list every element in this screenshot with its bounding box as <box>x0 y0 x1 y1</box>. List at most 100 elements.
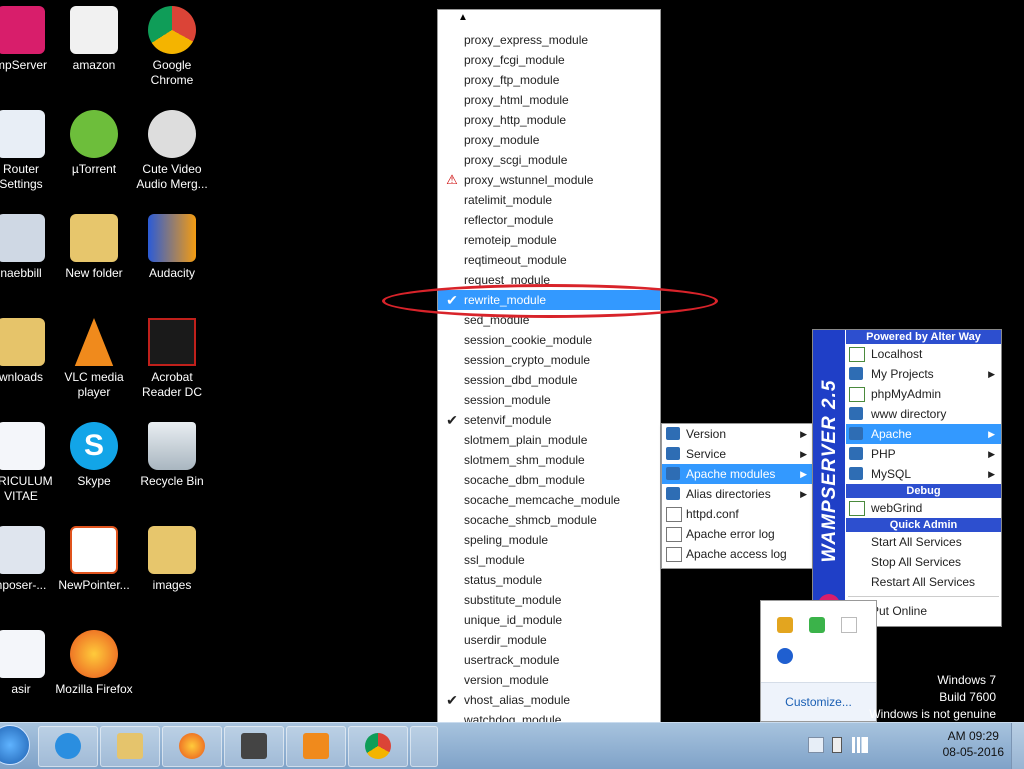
menu-item-alias-directories[interactable]: Alias directories ▶ <box>662 484 813 504</box>
menu-item-stop-all-services[interactable]: Stop All Services <box>846 552 1001 572</box>
wampserver-tray-icon[interactable] <box>809 617 825 633</box>
desktop-icon-recycle-bin[interactable]: Recycle Bin <box>133 422 211 489</box>
module-item-rewrite-module[interactable]: ✔ rewrite_module <box>438 290 660 310</box>
module-item-session-dbd-module[interactable]: session_dbd_module <box>438 370 660 390</box>
module-item-remoteip-module[interactable]: remoteip_module <box>438 230 660 250</box>
network-signal-icon[interactable] <box>852 737 868 753</box>
module-item-proxy-scgi-module[interactable]: proxy_scgi_module <box>438 150 660 170</box>
module-item-session-module[interactable]: session_module <box>438 390 660 410</box>
desktop-icon-curriculum-vitae[interactable]: RRICULUM VITAE <box>0 422 60 504</box>
desktop-icon-newpointer[interactable]: NewPointer... <box>55 526 133 593</box>
module-item-proxy-html-module[interactable]: proxy_html_module <box>438 90 660 110</box>
taskbar-media-player[interactable] <box>286 726 346 767</box>
taskbar-firefox[interactable] <box>162 726 222 767</box>
module-item-proxy-http-module[interactable]: proxy_http_module <box>438 110 660 130</box>
menu-item-apache-modules[interactable]: Apache modules ▶ <box>662 464 813 484</box>
taskbar-chrome[interactable] <box>348 726 408 767</box>
module-item-usertrack-module[interactable]: usertrack_module <box>438 650 660 670</box>
start-button[interactable] <box>0 725 30 765</box>
module-item-version-module[interactable]: version_module <box>438 670 660 690</box>
desktop-icon-amazon[interactable]: amazon <box>55 6 133 73</box>
module-item-socache-memcache-module[interactable]: socache_memcache_module <box>438 490 660 510</box>
menu-item-service[interactable]: Service ▶ <box>662 444 813 464</box>
module-item-status-module[interactable]: status_module <box>438 570 660 590</box>
module-item-reflector-module[interactable]: reflector_module <box>438 210 660 230</box>
desktop-icon-router-settings[interactable]: Router Settings <box>0 110 60 192</box>
menu-item-php[interactable]: PHP ▶ <box>846 444 1001 464</box>
taskbar-app[interactable] <box>410 726 438 767</box>
module-item-proxy-wstunnel-module[interactable]: ⚠ proxy_wstunnel_module <box>438 170 660 190</box>
volume-icon[interactable] <box>841 617 857 633</box>
taskbar-sublime-text[interactable] <box>224 726 284 767</box>
module-item-ssl-module[interactable]: ssl_module <box>438 550 660 570</box>
folder-icon <box>849 427 863 440</box>
desktop-icon-asir[interactable]: asir <box>0 630 60 697</box>
desktop-icon-vlc[interactable]: VLC media player <box>55 318 133 400</box>
module-label: proxy_ftp_module <box>464 73 560 87</box>
menu-item-apache-error-log[interactable]: Apache error log <box>662 524 813 544</box>
system-clock[interactable]: AM 09:29 08-05-2016 <box>943 728 1004 760</box>
module-item-sed-module[interactable]: sed_module <box>438 310 660 330</box>
desktop-icon-cute-video[interactable]: Cute Video Audio Merg... <box>133 110 211 192</box>
menu-item-httpd-conf[interactable]: httpd.conf <box>662 504 813 524</box>
module-item-speling-module[interactable]: speling_module <box>438 530 660 550</box>
menu-item-webgrind[interactable]: webGrind <box>846 498 1001 518</box>
module-item-vhost-alias-module[interactable]: ✔ vhost_alias_module <box>438 690 660 710</box>
module-item-proxy-ftp-module[interactable]: proxy_ftp_module <box>438 70 660 90</box>
module-item-proxy-module[interactable]: proxy_module <box>438 130 660 150</box>
folder-icon <box>849 367 863 380</box>
menu-item-mysql[interactable]: MySQL ▶ <box>846 464 1001 484</box>
desktop-icon-wampserver[interactable]: mpServer <box>0 6 60 73</box>
module-label: ratelimit_module <box>464 193 553 207</box>
module-item-proxy-express-module[interactable]: proxy_express_module <box>438 30 660 50</box>
module-item-ratelimit-module[interactable]: ratelimit_module <box>438 190 660 210</box>
scroll-up-arrow-icon[interactable]: ▲ <box>458 12 468 23</box>
menu-item-www-directory[interactable]: www directory <box>846 404 1001 424</box>
module-label: substitute_module <box>464 593 562 607</box>
module-item-unique-id-module[interactable]: unique_id_module <box>438 610 660 630</box>
module-item-session-crypto-module[interactable]: session_crypto_module <box>438 350 660 370</box>
module-item-setenvif-module[interactable]: ✔ setenvif_module <box>438 410 660 430</box>
desktop-icon-chrome[interactable]: Google Chrome <box>133 6 211 88</box>
menu-item-version[interactable]: Version ▶ <box>662 424 813 444</box>
customize-link[interactable]: Customize... <box>761 682 876 721</box>
tray-app-icon[interactable] <box>777 617 793 633</box>
submenu-arrow-icon: ▶ <box>988 369 995 379</box>
menu-item-phpmyadmin[interactable]: phpMyAdmin <box>846 384 1001 404</box>
menu-item-apache[interactable]: Apache ▶ <box>846 424 1001 444</box>
desktop-icon-skype[interactable]: S Skype <box>55 422 133 489</box>
menu-item-start-all-services[interactable]: Start All Services <box>846 532 1001 552</box>
bluetooth-icon[interactable] <box>777 648 793 664</box>
module-item-request-module[interactable]: request_module <box>438 270 660 290</box>
desktop-icon-images[interactable]: images <box>133 526 211 593</box>
desktop-icon-new-folder[interactable]: New folder <box>55 214 133 281</box>
menu-item-restart-all-services[interactable]: Restart All Services <box>846 572 1001 592</box>
module-item-slotmem-shm-module[interactable]: slotmem_shm_module <box>438 450 660 470</box>
desktop-icon-firefox[interactable]: Mozilla Firefox <box>55 630 133 697</box>
desktop-icon-composer[interactable]: nposer-... <box>0 526 60 593</box>
menu-item-my-projects[interactable]: My Projects ▶ <box>846 364 1001 384</box>
module-item-proxy-fcgi-module[interactable]: proxy_fcgi_module <box>438 50 660 70</box>
menu-item-label: Restart All Services <box>871 575 976 589</box>
module-item-socache-shmcb-module[interactable]: socache_shmcb_module <box>438 510 660 530</box>
show-desktop-button[interactable] <box>1011 723 1024 769</box>
module-item-reqtimeout-module[interactable]: reqtimeout_module <box>438 250 660 270</box>
menu-item-apache-access-log[interactable]: Apache access log <box>662 544 813 564</box>
battery-icon[interactable] <box>832 737 842 753</box>
desktop-icon-utorrent[interactable]: µTorrent <box>55 110 133 177</box>
desktop-icon-audacity[interactable]: Audacity <box>133 214 211 281</box>
folder-icon <box>666 427 680 440</box>
taskbar-file-explorer[interactable] <box>100 726 160 767</box>
taskbar-internet-explorer[interactable] <box>38 726 98 767</box>
desktop-icon-downloads[interactable]: wnloads <box>0 318 60 385</box>
menu-item-label: phpMyAdmin <box>871 387 942 401</box>
module-item-userdir-module[interactable]: userdir_module <box>438 630 660 650</box>
module-item-slotmem-plain-module[interactable]: slotmem_plain_module <box>438 430 660 450</box>
show-hidden-icons-chevron-icon[interactable] <box>808 737 824 753</box>
desktop-icon-naebbill[interactable]: naebbill <box>0 214 60 281</box>
menu-item-localhost[interactable]: Localhost <box>846 344 1001 364</box>
module-item-socache-dbm-module[interactable]: socache_dbm_module <box>438 470 660 490</box>
module-item-substitute-module[interactable]: substitute_module <box>438 590 660 610</box>
desktop-icon-acrobat[interactable]: Acrobat Reader DC <box>133 318 211 400</box>
module-item-session-cookie-module[interactable]: session_cookie_module <box>438 330 660 350</box>
